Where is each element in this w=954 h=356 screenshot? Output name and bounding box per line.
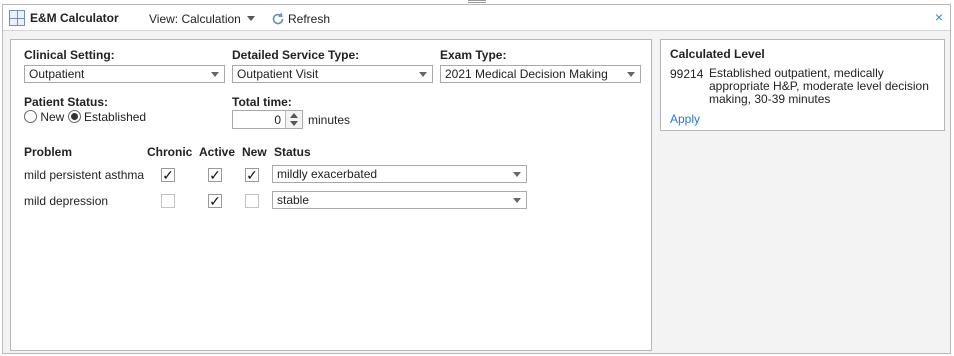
radio-new[interactable] <box>24 110 37 123</box>
chevron-down-icon <box>513 172 521 177</box>
calculated-level-title: Calculated Level <box>670 47 765 61</box>
refresh-label: Refresh <box>288 12 331 26</box>
new-checkbox-depression[interactable] <box>245 194 259 208</box>
refresh-icon <box>272 13 284 25</box>
chronic-checkbox-depression[interactable] <box>161 194 175 208</box>
spinner-arrows[interactable] <box>285 111 302 128</box>
exam-type-value: 2021 Medical Decision Making <box>445 67 608 81</box>
chevron-down-icon <box>419 72 427 77</box>
status-value-asthma: mildly exacerbated <box>277 167 378 181</box>
total-time-value: 0 <box>274 113 281 127</box>
radio-established[interactable] <box>67 110 81 123</box>
refresh-button[interactable]: Refresh <box>271 12 330 26</box>
radio-new-label[interactable]: New <box>40 110 64 124</box>
em-code-description: Established outpatient, medically approp… <box>709 66 929 106</box>
chevron-down-icon <box>246 16 255 21</box>
view-menu-label: View: Calculation <box>149 12 241 26</box>
col-header-active: Active <box>199 145 236 159</box>
col-header-chronic: Chronic <box>147 145 193 159</box>
chevron-down-icon <box>627 72 635 77</box>
calculator-icon <box>9 10 25 26</box>
total-time-spinner[interactable]: 0 <box>232 110 303 129</box>
new-checkbox-asthma[interactable]: ✓ <box>245 168 259 182</box>
status-value-depression: stable <box>277 193 310 207</box>
exam-type-label: Exam Type: <box>440 48 507 62</box>
active-checkbox-asthma[interactable]: ✓ <box>208 168 222 182</box>
problem-name-depression: mild depression <box>24 194 109 208</box>
col-header-status: Status <box>274 145 311 159</box>
col-header-problem: Problem <box>24 145 73 159</box>
window-drag-grip[interactable] <box>468 0 486 3</box>
calculated-level-panel: Calculated Level 99214 Established outpa… <box>660 39 945 131</box>
clinical-setting-label: Clinical Setting: <box>24 48 115 62</box>
window-title: E&M Calculator <box>30 11 119 25</box>
view-menu-button[interactable]: View: Calculation <box>149 12 255 26</box>
increment-icon[interactable] <box>290 113 298 118</box>
status-select-depression[interactable]: stable <box>272 191 527 209</box>
patient-status-radio-group: New Established <box>24 110 146 124</box>
em-code: 99214 <box>670 67 704 81</box>
total-time-unit: minutes <box>308 113 351 127</box>
patient-status-label: Patient Status: <box>24 95 109 109</box>
service-type-value: Outpatient Visit <box>237 67 319 81</box>
service-type-select[interactable]: Outpatient Visit <box>232 65 433 83</box>
em-calculator-window: E&M Calculator View: Calculation Refresh… <box>2 4 951 354</box>
calculation-form-panel: Clinical Setting: Outpatient Detailed Se… <box>10 39 652 351</box>
decrement-icon[interactable] <box>290 121 298 126</box>
chevron-down-icon <box>211 72 219 77</box>
apply-link[interactable]: Apply <box>670 112 700 126</box>
chronic-checkbox-asthma[interactable]: ✓ <box>161 168 175 182</box>
title-bar: E&M Calculator View: Calculation Refresh… <box>3 5 950 31</box>
exam-type-select[interactable]: 2021 Medical Decision Making <box>440 65 641 83</box>
col-header-new: New <box>242 145 267 159</box>
close-icon[interactable]: × <box>935 9 943 25</box>
radio-established-label[interactable]: Established <box>84 110 146 124</box>
service-type-label: Detailed Service Type: <box>232 48 360 62</box>
clinical-setting-select[interactable]: Outpatient <box>24 65 225 83</box>
chevron-down-icon <box>513 198 521 203</box>
status-select-asthma[interactable]: mildly exacerbated <box>272 165 527 183</box>
total-time-label: Total time: <box>232 95 292 109</box>
active-checkbox-depression[interactable]: ✓ <box>208 194 222 208</box>
problem-name-asthma: mild persistent asthma <box>24 168 145 182</box>
clinical-setting-value: Outpatient <box>29 67 85 81</box>
